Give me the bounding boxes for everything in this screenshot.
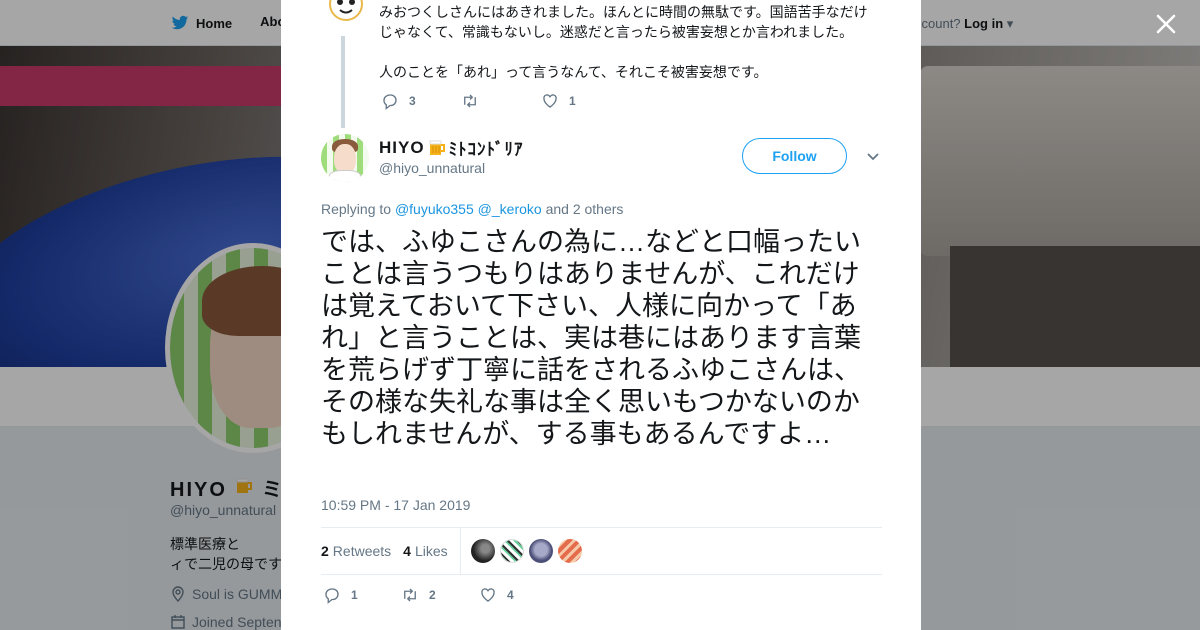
liker-avatar[interactable] bbox=[528, 539, 553, 563]
author-name[interactable]: HIYO ﾐﾄｺﾝﾄﾞﾘｱ bbox=[379, 135, 524, 160]
tweet-timestamp[interactable]: 10:59 PM - 17 Jan 2019 bbox=[321, 497, 470, 513]
previous-like-count: 1 bbox=[569, 94, 576, 108]
reply-button[interactable]: 1 bbox=[323, 586, 401, 604]
reply-count: 1 bbox=[351, 588, 358, 602]
author-name-suffix: ﾐﾄｺﾝﾄﾞﾘｱ bbox=[448, 140, 524, 159]
tweet-text: では、ふゆこさんの為に…などと口幅ったいことは言うつもりはありませんが、これだけ… bbox=[321, 227, 861, 449]
reply-icon bbox=[383, 94, 397, 110]
previous-tweet-actions: 3 1 bbox=[381, 92, 621, 110]
replying-suffix[interactable]: and 2 others bbox=[546, 201, 624, 217]
previous-tweet-paragraph-1: みおつくしさんにはあきれました。ほんとに時間の無駄です。国語苦手なだけじゃなくて… bbox=[379, 4, 868, 40]
retweets-stat-label: Retweets bbox=[332, 543, 392, 559]
retweets-stat-count: 2 bbox=[321, 543, 329, 559]
heart-icon bbox=[543, 94, 557, 108]
reply-icon bbox=[325, 588, 339, 604]
mention-keroko[interactable]: @_keroko bbox=[478, 201, 542, 217]
tweet-modal: みおつくしさんにはあきれました。ほんとに時間の無駄です。国語苦手なだけじゃなくて… bbox=[281, 0, 921, 630]
retweet-icon bbox=[404, 588, 416, 602]
tweet-stats: 2 Retweets 4 Likes bbox=[321, 527, 882, 575]
retweets-stat[interactable]: 2 Retweets bbox=[321, 543, 391, 559]
heart-icon bbox=[481, 588, 495, 602]
author-avatar-body bbox=[329, 170, 361, 182]
follow-button[interactable]: Follow bbox=[742, 138, 847, 174]
liker-avatar[interactable] bbox=[470, 539, 495, 563]
liker-avatar[interactable] bbox=[557, 539, 582, 563]
previous-tweet-avatar[interactable] bbox=[326, 0, 366, 26]
liker-avatar[interactable] bbox=[499, 539, 524, 563]
chevron-down-icon[interactable] bbox=[865, 150, 881, 164]
replying-to: Replying to @fuyuko355 @_keroko and 2 ot… bbox=[321, 201, 623, 217]
author-handle[interactable]: @hiyo_unnatural bbox=[379, 160, 485, 176]
previous-like-button[interactable]: 1 bbox=[541, 92, 621, 110]
thread-line bbox=[341, 36, 345, 128]
tweet-actions: 1 2 4 bbox=[323, 586, 557, 604]
liker-avatars bbox=[470, 539, 582, 563]
mention-fuyuko355[interactable]: @fuyuko355 bbox=[395, 201, 474, 217]
likes-stat[interactable]: 4 Likes bbox=[403, 543, 447, 559]
replying-prefix: Replying to bbox=[321, 201, 392, 217]
stats-divider bbox=[459, 527, 461, 575]
previous-reply-count: 3 bbox=[409, 94, 416, 108]
likes-stat-count: 4 bbox=[403, 543, 411, 559]
like-count: 4 bbox=[507, 588, 514, 602]
previous-retweet-button[interactable] bbox=[461, 92, 541, 110]
author-name-text: HIYO bbox=[379, 137, 425, 157]
likes-stat-label: Likes bbox=[414, 543, 448, 559]
previous-tweet-paragraph-2: 人のことを「あれ」って言うなんて、それこそ被害妄想です。 bbox=[379, 64, 768, 80]
beer-icon bbox=[429, 140, 445, 155]
retweet-count: 2 bbox=[429, 588, 436, 602]
retweet-icon bbox=[464, 94, 476, 108]
previous-reply-button[interactable]: 3 bbox=[381, 92, 461, 110]
retweet-button[interactable]: 2 bbox=[401, 586, 479, 604]
previous-tweet-text: みおつくしさんにはあきれました。ほんとに時間の無駄です。国語苦手なだけじゃなくて… bbox=[379, 2, 879, 82]
like-button[interactable]: 4 bbox=[479, 586, 557, 604]
close-icon[interactable] bbox=[1152, 10, 1180, 38]
author-avatar[interactable] bbox=[321, 134, 369, 182]
